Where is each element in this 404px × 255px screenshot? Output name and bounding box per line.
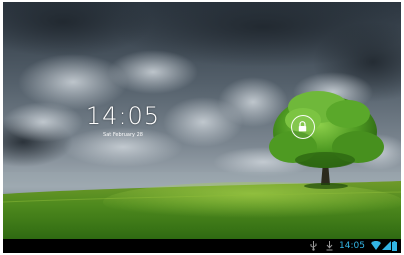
download-icon [326, 241, 333, 251]
lockscreen-clock: 14:05 [85, 102, 161, 130]
battery-icon [392, 241, 397, 251]
lock-icon [298, 121, 307, 132]
wifi-icon [371, 241, 381, 250]
screenshot-frame: 14:05 Sat February 28 14:05 [0, 0, 404, 255]
signal-icon [382, 241, 391, 250]
usb-icon [310, 241, 317, 251]
wallpaper-image [3, 2, 401, 239]
status-bar-time: 14:05 [339, 241, 365, 251]
tablet-screen: 14:05 Sat February 28 14:05 [3, 2, 401, 253]
unlock-ring-button[interactable] [291, 115, 315, 139]
lockscreen-date: Sat February 28 [103, 132, 143, 138]
status-bar[interactable]: 14:05 [3, 239, 401, 253]
wallpaper: 14:05 Sat February 28 [3, 2, 401, 239]
